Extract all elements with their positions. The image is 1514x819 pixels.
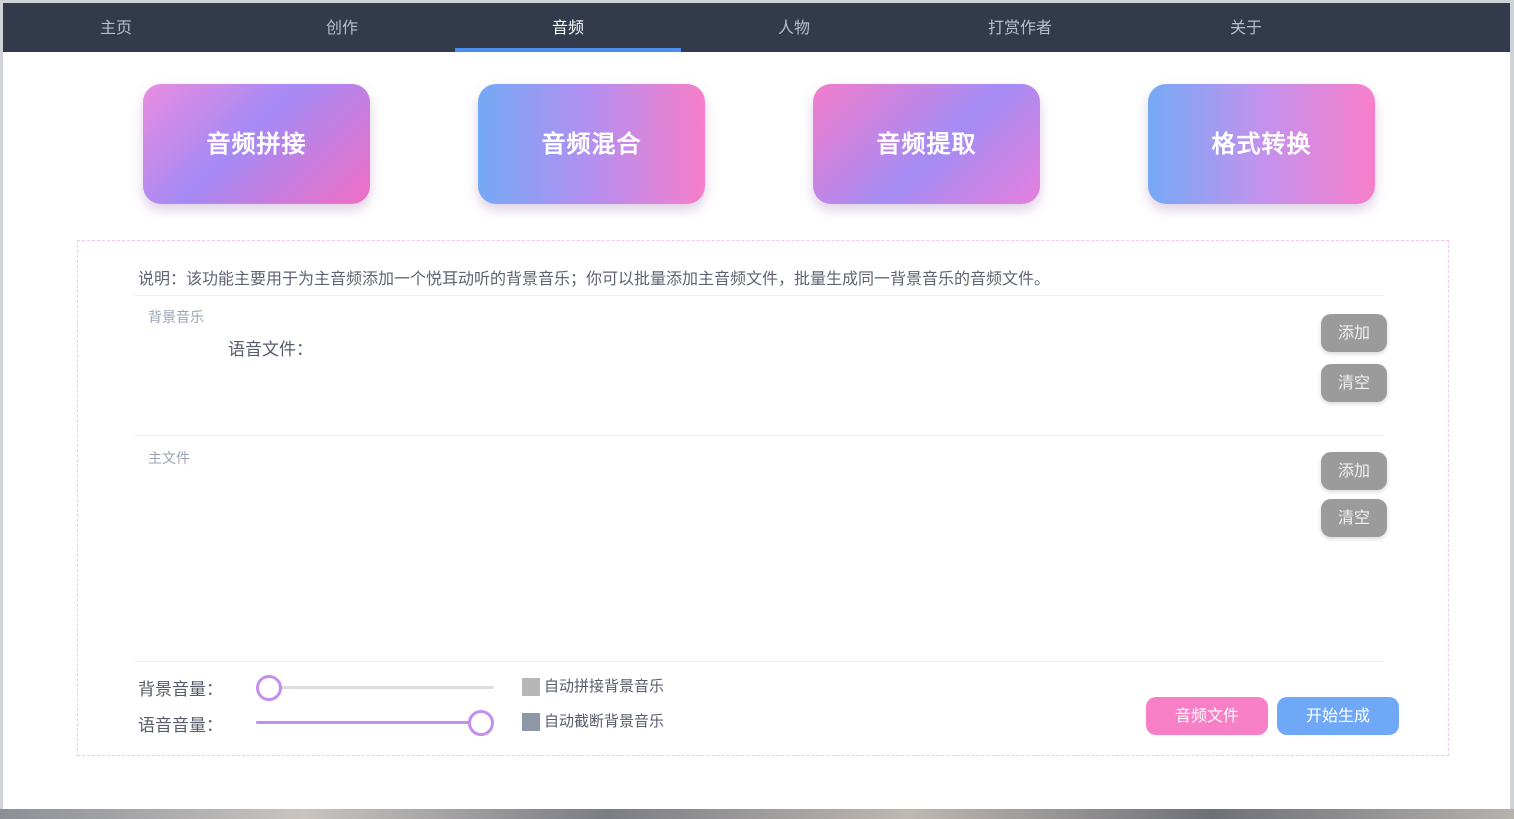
voice-volume-fill bbox=[256, 721, 481, 724]
auto-cut-label: 自动截断背景音乐 bbox=[544, 712, 665, 730]
main-add-button[interactable]: 添加 bbox=[1321, 452, 1387, 490]
app-window: 主页 创作 音频 人物 打赏作者 关于 音频拼接 音频混合 音频提取 格式转换 … bbox=[3, 3, 1510, 809]
voice-volume-label: 语音音量： bbox=[138, 716, 223, 736]
start-generate-button[interactable]: 开始生成 bbox=[1277, 697, 1399, 735]
main-file-section-label: 主文件 bbox=[148, 451, 190, 467]
nav-item-tip-author[interactable]: 打赏作者 bbox=[907, 3, 1133, 52]
nav-item-audio[interactable]: 音频 bbox=[455, 3, 681, 52]
auto-splice-label: 自动拼接背景音乐 bbox=[544, 677, 665, 695]
nav-item-character[interactable]: 人物 bbox=[681, 3, 907, 52]
divider bbox=[134, 435, 1384, 436]
auto-cut-checkbox[interactable] bbox=[522, 712, 540, 731]
divider bbox=[134, 295, 1384, 296]
bg-volume-handle[interactable] bbox=[256, 675, 282, 701]
audio-file-button[interactable]: 音频文件 bbox=[1146, 697, 1268, 735]
nav-item-home[interactable]: 主页 bbox=[3, 3, 229, 52]
nav-item-create[interactable]: 创作 bbox=[229, 3, 455, 52]
bg-clear-button[interactable]: 清空 bbox=[1321, 364, 1387, 402]
auto-cut-option[interactable]: 自动截断背景音乐 bbox=[522, 710, 664, 731]
tool-audio-extract-button[interactable]: 音频提取 bbox=[813, 84, 1040, 204]
voice-file-label: 语音文件： bbox=[228, 340, 313, 360]
voice-volume-slider[interactable] bbox=[256, 710, 494, 736]
bg-volume-slider[interactable] bbox=[256, 675, 494, 701]
bg-music-section-label: 背景音乐 bbox=[148, 310, 204, 326]
tool-audio-mix-button[interactable]: 音频混合 bbox=[478, 84, 705, 204]
main-clear-button[interactable]: 清空 bbox=[1321, 499, 1387, 537]
mix-panel: 说明：该功能主要用于为主音频添加一个悦耳动听的背景音乐；你可以批量添加主音频文件… bbox=[77, 240, 1449, 756]
background-strip bbox=[0, 809, 1514, 819]
description-text: 说明：该功能主要用于为主音频添加一个悦耳动听的背景音乐；你可以批量添加主音频文件… bbox=[138, 269, 1051, 288]
nav-item-about[interactable]: 关于 bbox=[1133, 3, 1359, 52]
voice-volume-handle[interactable] bbox=[468, 710, 494, 736]
auto-splice-checkbox[interactable] bbox=[522, 677, 540, 696]
top-nav: 主页 创作 音频 人物 打赏作者 关于 bbox=[3, 3, 1510, 52]
bg-volume-label: 背景音量： bbox=[138, 680, 223, 700]
bg-add-button[interactable]: 添加 bbox=[1321, 314, 1387, 352]
divider bbox=[134, 661, 1384, 662]
tool-format-convert-button[interactable]: 格式转换 bbox=[1148, 84, 1375, 204]
tool-audio-splice-button[interactable]: 音频拼接 bbox=[143, 84, 370, 204]
auto-splice-option[interactable]: 自动拼接背景音乐 bbox=[522, 675, 664, 696]
